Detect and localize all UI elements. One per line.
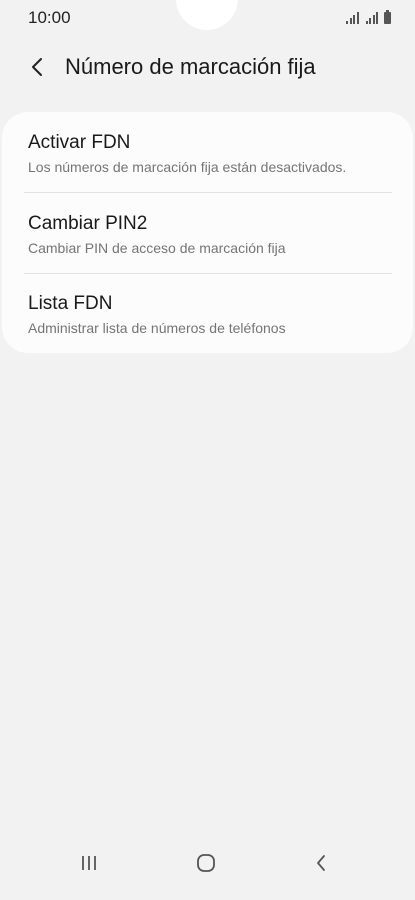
item-title: Activar FDN <box>28 132 131 153</box>
home-button[interactable] <box>186 850 226 876</box>
battery-icon <box>384 10 391 24</box>
item-subtitle: Cambiar PIN de acceso de marcación fija <box>28 240 286 256</box>
item-title: Cambiar PIN2 <box>28 213 148 234</box>
list-item-cambiar-pin2[interactable]: Cambiar PIN2 Cambiar PIN de acceso de ma… <box>2 193 413 273</box>
phone-screen: 10:00 Número de marcación fija Activar F… <box>0 0 415 900</box>
navigation-bar <box>0 840 415 900</box>
item-subtitle: Los números de marcación fija están desa… <box>28 159 347 175</box>
camera-notch <box>176 0 238 30</box>
page-title: Número de marcación fija <box>65 54 316 79</box>
signal-icon-sim2 <box>365 11 378 24</box>
back-button[interactable] <box>22 52 52 82</box>
home-icon <box>197 854 215 872</box>
item-subtitle: Administrar lista de números de teléfono… <box>28 320 286 336</box>
status-icons <box>346 10 391 24</box>
back-icon <box>317 855 325 871</box>
chevron-left-icon <box>32 58 42 76</box>
signal-icon <box>346 11 359 24</box>
status-time: 10:00 <box>28 8 71 27</box>
app-header: Número de marcación fija <box>0 46 415 90</box>
recent-apps-icon <box>82 856 96 870</box>
recent-apps-button[interactable] <box>69 850 109 876</box>
settings-card: Activar FDN Los números de marcación fij… <box>2 112 413 353</box>
item-title: Lista FDN <box>28 293 113 314</box>
list-item-lista-fdn[interactable]: Lista FDN Administrar lista de números d… <box>2 274 413 354</box>
status-bar: 10:00 <box>0 0 415 36</box>
nav-back-button[interactable] <box>301 850 341 876</box>
list-item-activar-fdn[interactable]: Activar FDN Los números de marcación fij… <box>2 112 413 192</box>
